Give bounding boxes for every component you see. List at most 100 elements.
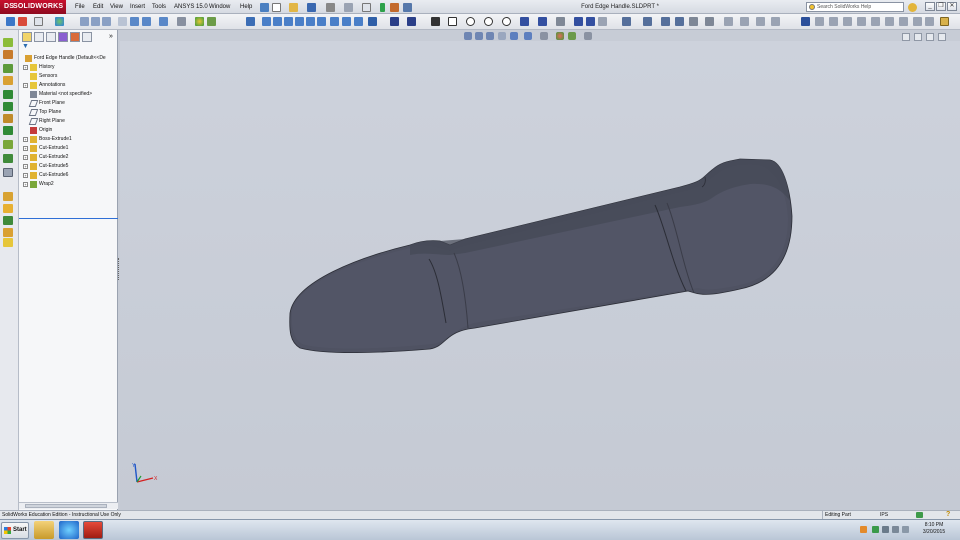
tab-feature-manager[interactable] — [22, 32, 32, 42]
start-button[interactable]: Start — [1, 522, 29, 539]
minimize-button[interactable]: _ — [925, 2, 935, 11]
rollback-bar[interactable] — [19, 218, 118, 219]
line-icon[interactable] — [431, 17, 440, 26]
tree-item[interactable]: Front Plane — [19, 99, 118, 108]
arc-icon[interactable] — [502, 17, 511, 26]
tree-item[interactable]: Origin — [19, 126, 118, 135]
expand-toggle-icon[interactable]: + — [23, 83, 28, 88]
sketch-icon[interactable] — [407, 17, 416, 26]
extruded-cut-icon[interactable] — [3, 90, 13, 99]
view-orientation-icon[interactable] — [130, 17, 139, 26]
fillet-icon[interactable] — [3, 114, 13, 123]
expand-toggle-icon[interactable]: + — [23, 164, 28, 169]
filter-icon[interactable]: ▼ — [22, 43, 29, 50]
reference-plane-icon[interactable] — [3, 216, 13, 225]
solidworks-taskbar-icon[interactable] — [83, 521, 103, 539]
task-pane-icon[interactable] — [940, 17, 949, 26]
offset-entities-icon[interactable] — [661, 17, 670, 26]
action-center-icon[interactable] — [872, 526, 879, 533]
tree-item[interactable]: + Cut-Extrude2 — [19, 153, 118, 162]
view-left-icon[interactable] — [284, 17, 293, 26]
tree-item[interactable]: + History — [19, 63, 118, 72]
tab-property-manager[interactable] — [34, 32, 44, 42]
repair-sketch-icon[interactable] — [740, 17, 749, 26]
menu-tools[interactable]: Tools — [149, 0, 169, 14]
menu-window[interactable]: Window — [206, 0, 233, 14]
menu-view[interactable]: View — [107, 0, 126, 14]
viewport-maximize-icon[interactable] — [926, 33, 934, 41]
file-properties-icon[interactable] — [390, 3, 399, 12]
fillet-sketch-icon[interactable] — [556, 17, 565, 26]
view-trimetric-icon[interactable] — [342, 17, 351, 26]
search-input[interactable]: Search SolidWorks Help — [806, 2, 904, 12]
undo-icon[interactable] — [344, 3, 353, 12]
clock[interactable]: 8:10 PM 3/20/2015 — [912, 522, 956, 536]
restore-button[interactable]: ❐ — [936, 2, 946, 11]
options-icon[interactable] — [403, 3, 412, 12]
rebuild-icon[interactable] — [380, 3, 385, 12]
view-right-icon[interactable] — [295, 17, 304, 26]
reference-geometry-icon[interactable] — [246, 17, 255, 26]
revolved-boss-icon[interactable] — [3, 50, 13, 59]
linear-pattern-feature-icon[interactable] — [3, 126, 13, 135]
features-tab-icon[interactable] — [6, 17, 15, 26]
normal-to-icon[interactable] — [368, 17, 377, 26]
view-settings-icon[interactable] — [207, 17, 216, 26]
volume-icon[interactable] — [902, 526, 909, 533]
customize-icon[interactable] — [913, 17, 922, 26]
tree-item[interactable]: + Cut-Extrude1 — [19, 144, 118, 153]
viewport-restore-icon[interactable] — [914, 33, 922, 41]
tree-item[interactable]: Sensors — [19, 72, 118, 81]
toolbox-icon[interactable] — [925, 17, 934, 26]
layers-icon[interactable] — [843, 17, 852, 26]
menu-insert[interactable]: Insert — [127, 0, 148, 14]
tree-item[interactable]: Ford Edge Handle (Default<<De — [19, 54, 118, 63]
shell-icon[interactable] — [3, 154, 13, 163]
view-bottom-icon[interactable] — [317, 17, 326, 26]
help-icon[interactable] — [908, 3, 917, 12]
viewport-close-icon[interactable] — [938, 33, 946, 41]
expand-toggle-icon[interactable]: + — [23, 65, 28, 70]
print-icon[interactable] — [326, 3, 335, 12]
menu-file[interactable]: File — [72, 0, 88, 14]
expand-toggle-icon[interactable]: + — [23, 173, 28, 178]
appearance-icon[interactable] — [55, 17, 64, 26]
sketch-tab-icon[interactable] — [18, 17, 27, 26]
internet-explorer-icon[interactable] — [59, 521, 79, 539]
tab-dimxpert-manager[interactable] — [58, 32, 68, 42]
solidworks-logo[interactable]: DSSOLIDWORKS — [0, 0, 66, 14]
hide-show-items-icon[interactable] — [540, 32, 548, 40]
display-style-hud-icon[interactable] — [524, 32, 532, 40]
swept-boss-icon[interactable] — [3, 64, 13, 73]
view-back-icon[interactable] — [273, 17, 282, 26]
mirror-entities-icon[interactable] — [675, 17, 684, 26]
lofted-boss-icon[interactable] — [3, 76, 13, 85]
select-icon[interactable] — [34, 17, 43, 26]
view-settings-hud-icon[interactable] — [584, 32, 592, 40]
trim-icon[interactable] — [622, 17, 631, 26]
circle-icon[interactable] — [484, 17, 493, 26]
rectangle-icon[interactable] — [448, 17, 457, 26]
tab-display-manager[interactable] — [70, 32, 80, 42]
graphics-area[interactable]: Y X — [120, 41, 960, 510]
expand-toggle-icon[interactable]: + — [23, 146, 28, 151]
tree-item[interactable]: Top Plane — [19, 108, 118, 117]
display-style-icon[interactable] — [142, 17, 151, 26]
select-arrow-icon[interactable] — [362, 3, 371, 12]
tree-item[interactable]: + Annotations — [19, 81, 118, 90]
ellipse-icon[interactable] — [538, 17, 547, 26]
annotation-tools-icon[interactable] — [801, 17, 810, 26]
sheet-icon[interactable] — [815, 17, 824, 26]
horizontal-scrollbar[interactable] — [19, 502, 118, 509]
menu-edit[interactable]: Edit — [90, 0, 106, 14]
viewport-split-icon[interactable] — [902, 33, 910, 41]
apply-scene-icon[interactable] — [195, 17, 204, 26]
pin-icon[interactable] — [260, 3, 269, 12]
revolved-cut-icon[interactable] — [3, 102, 13, 111]
draft-icon[interactable] — [3, 238, 13, 247]
mass-properties-icon[interactable] — [871, 17, 880, 26]
section-view-icon[interactable] — [118, 17, 127, 26]
grid-icon[interactable] — [829, 17, 838, 26]
hide-show-icon[interactable] — [159, 17, 168, 26]
convert-entities-icon[interactable] — [643, 17, 652, 26]
